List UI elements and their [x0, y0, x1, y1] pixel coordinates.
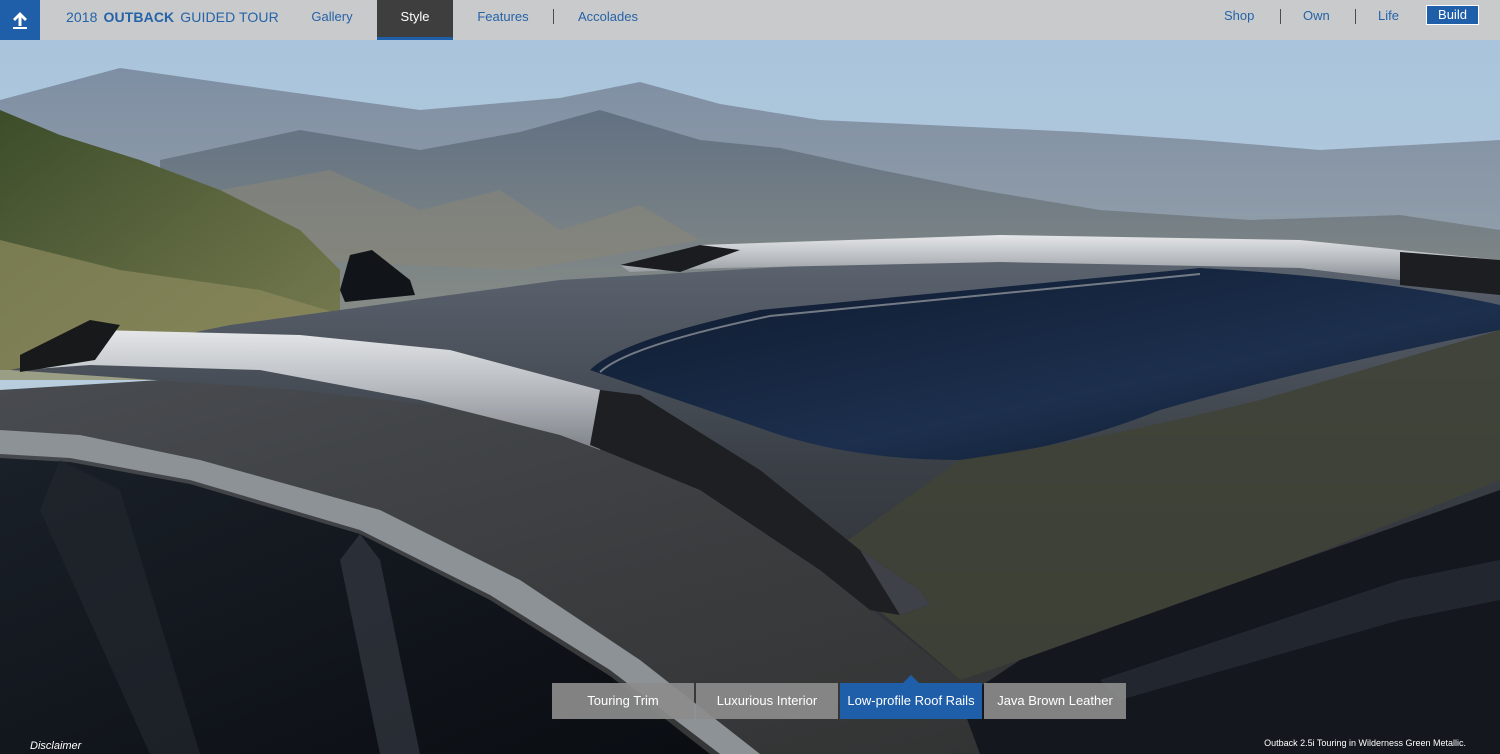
own-link[interactable]: Own: [1303, 0, 1330, 36]
feature-tabs: Touring Trim Luxurious Interior Low-prof…: [552, 675, 1126, 719]
nav-divider: [1280, 9, 1281, 24]
tour-title: 2018 OUTBACK GUIDED TOUR: [66, 0, 279, 36]
upload-arrow-icon: [13, 12, 27, 29]
disclaimer-link[interactable]: Disclaimer: [30, 740, 81, 752]
tour-title-year: 2018: [66, 9, 98, 25]
tab-style[interactable]: Style: [377, 0, 453, 40]
build-button[interactable]: Build: [1426, 5, 1479, 25]
nav-divider: [1355, 9, 1356, 24]
image-caption: Outback 2.5i Touring in Wilderness Green…: [1264, 738, 1466, 748]
feature-tab-luxurious-interior[interactable]: Luxurious Interior: [696, 683, 838, 719]
hero-image: [0, 40, 1500, 754]
feature-tab-roof-rails[interactable]: Low-profile Roof Rails: [840, 675, 982, 719]
back-to-top-button[interactable]: [0, 0, 40, 40]
tab-accolades[interactable]: Accolades: [563, 0, 653, 40]
nav-divider: [553, 9, 554, 24]
tab-gallery[interactable]: Gallery: [292, 0, 372, 40]
feature-tab-java-brown-leather[interactable]: Java Brown Leather: [984, 683, 1126, 719]
tab-features[interactable]: Features: [463, 0, 543, 40]
tour-title-suffix: GUIDED TOUR: [180, 9, 279, 25]
car-roof-scene: [0, 40, 1500, 754]
top-navigation-bar: 2018 OUTBACK GUIDED TOUR Gallery Style Fea…: [0, 0, 1500, 40]
tour-title-model: OUTBACK: [103, 9, 175, 25]
shop-link[interactable]: Shop: [1224, 0, 1254, 36]
feature-tab-touring-trim[interactable]: Touring Trim: [552, 683, 694, 719]
life-link[interactable]: Life: [1378, 0, 1399, 36]
